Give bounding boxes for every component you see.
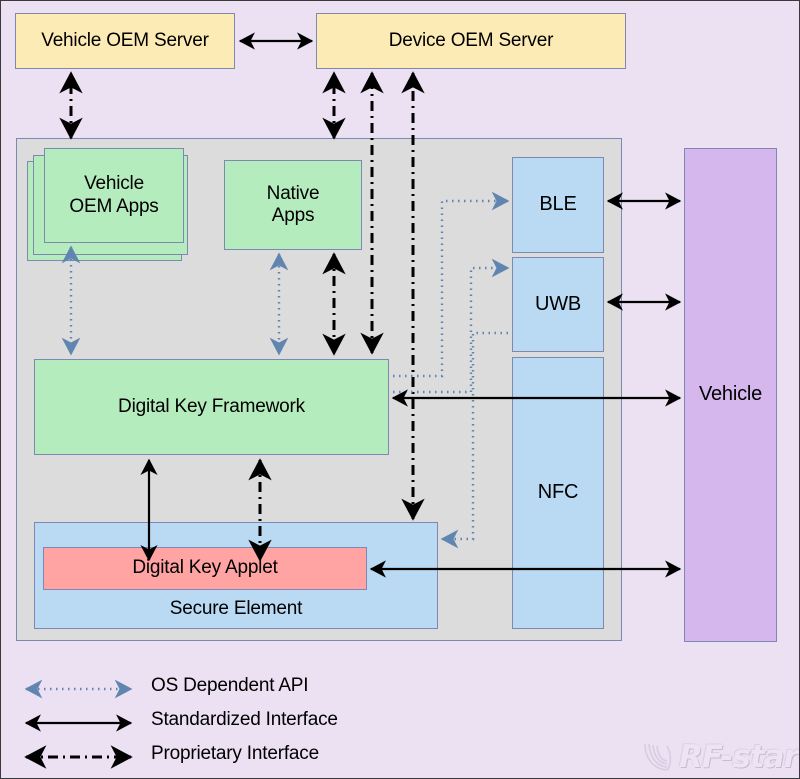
node-nfc[interactable]: NFC (512, 357, 604, 629)
node-digital-key-framework[interactable]: Digital Key Framework (34, 359, 389, 455)
legend-label-proprietary-interface: Proprietary Interface (151, 743, 319, 765)
rf-star-watermark: RF-star (641, 739, 799, 775)
diagram-canvas: Vehicle OEM Server Device OEM Server Veh… (0, 0, 800, 779)
legend-label-standardized-interface: Standardized Interface (151, 709, 338, 731)
node-native-apps[interactable]: Native Apps (224, 160, 362, 250)
rf-star-watermark-text: RF-star (679, 739, 799, 775)
rf-star-swirl-icon (644, 743, 672, 771)
node-uwb[interactable]: UWB (512, 257, 604, 352)
node-device-oem-server[interactable]: Device OEM Server (316, 13, 626, 69)
legend-label-os-dependent-api: OS Dependent API (151, 675, 309, 697)
node-vehicle-oem-server[interactable]: Vehicle OEM Server (15, 13, 235, 69)
node-digital-key-applet[interactable]: Digital Key Applet (43, 547, 367, 590)
node-vehicle-oem-apps[interactable]: Vehicle OEM Apps (44, 148, 184, 243)
node-vehicle[interactable]: Vehicle (684, 148, 777, 642)
node-ble[interactable]: BLE (512, 157, 604, 253)
